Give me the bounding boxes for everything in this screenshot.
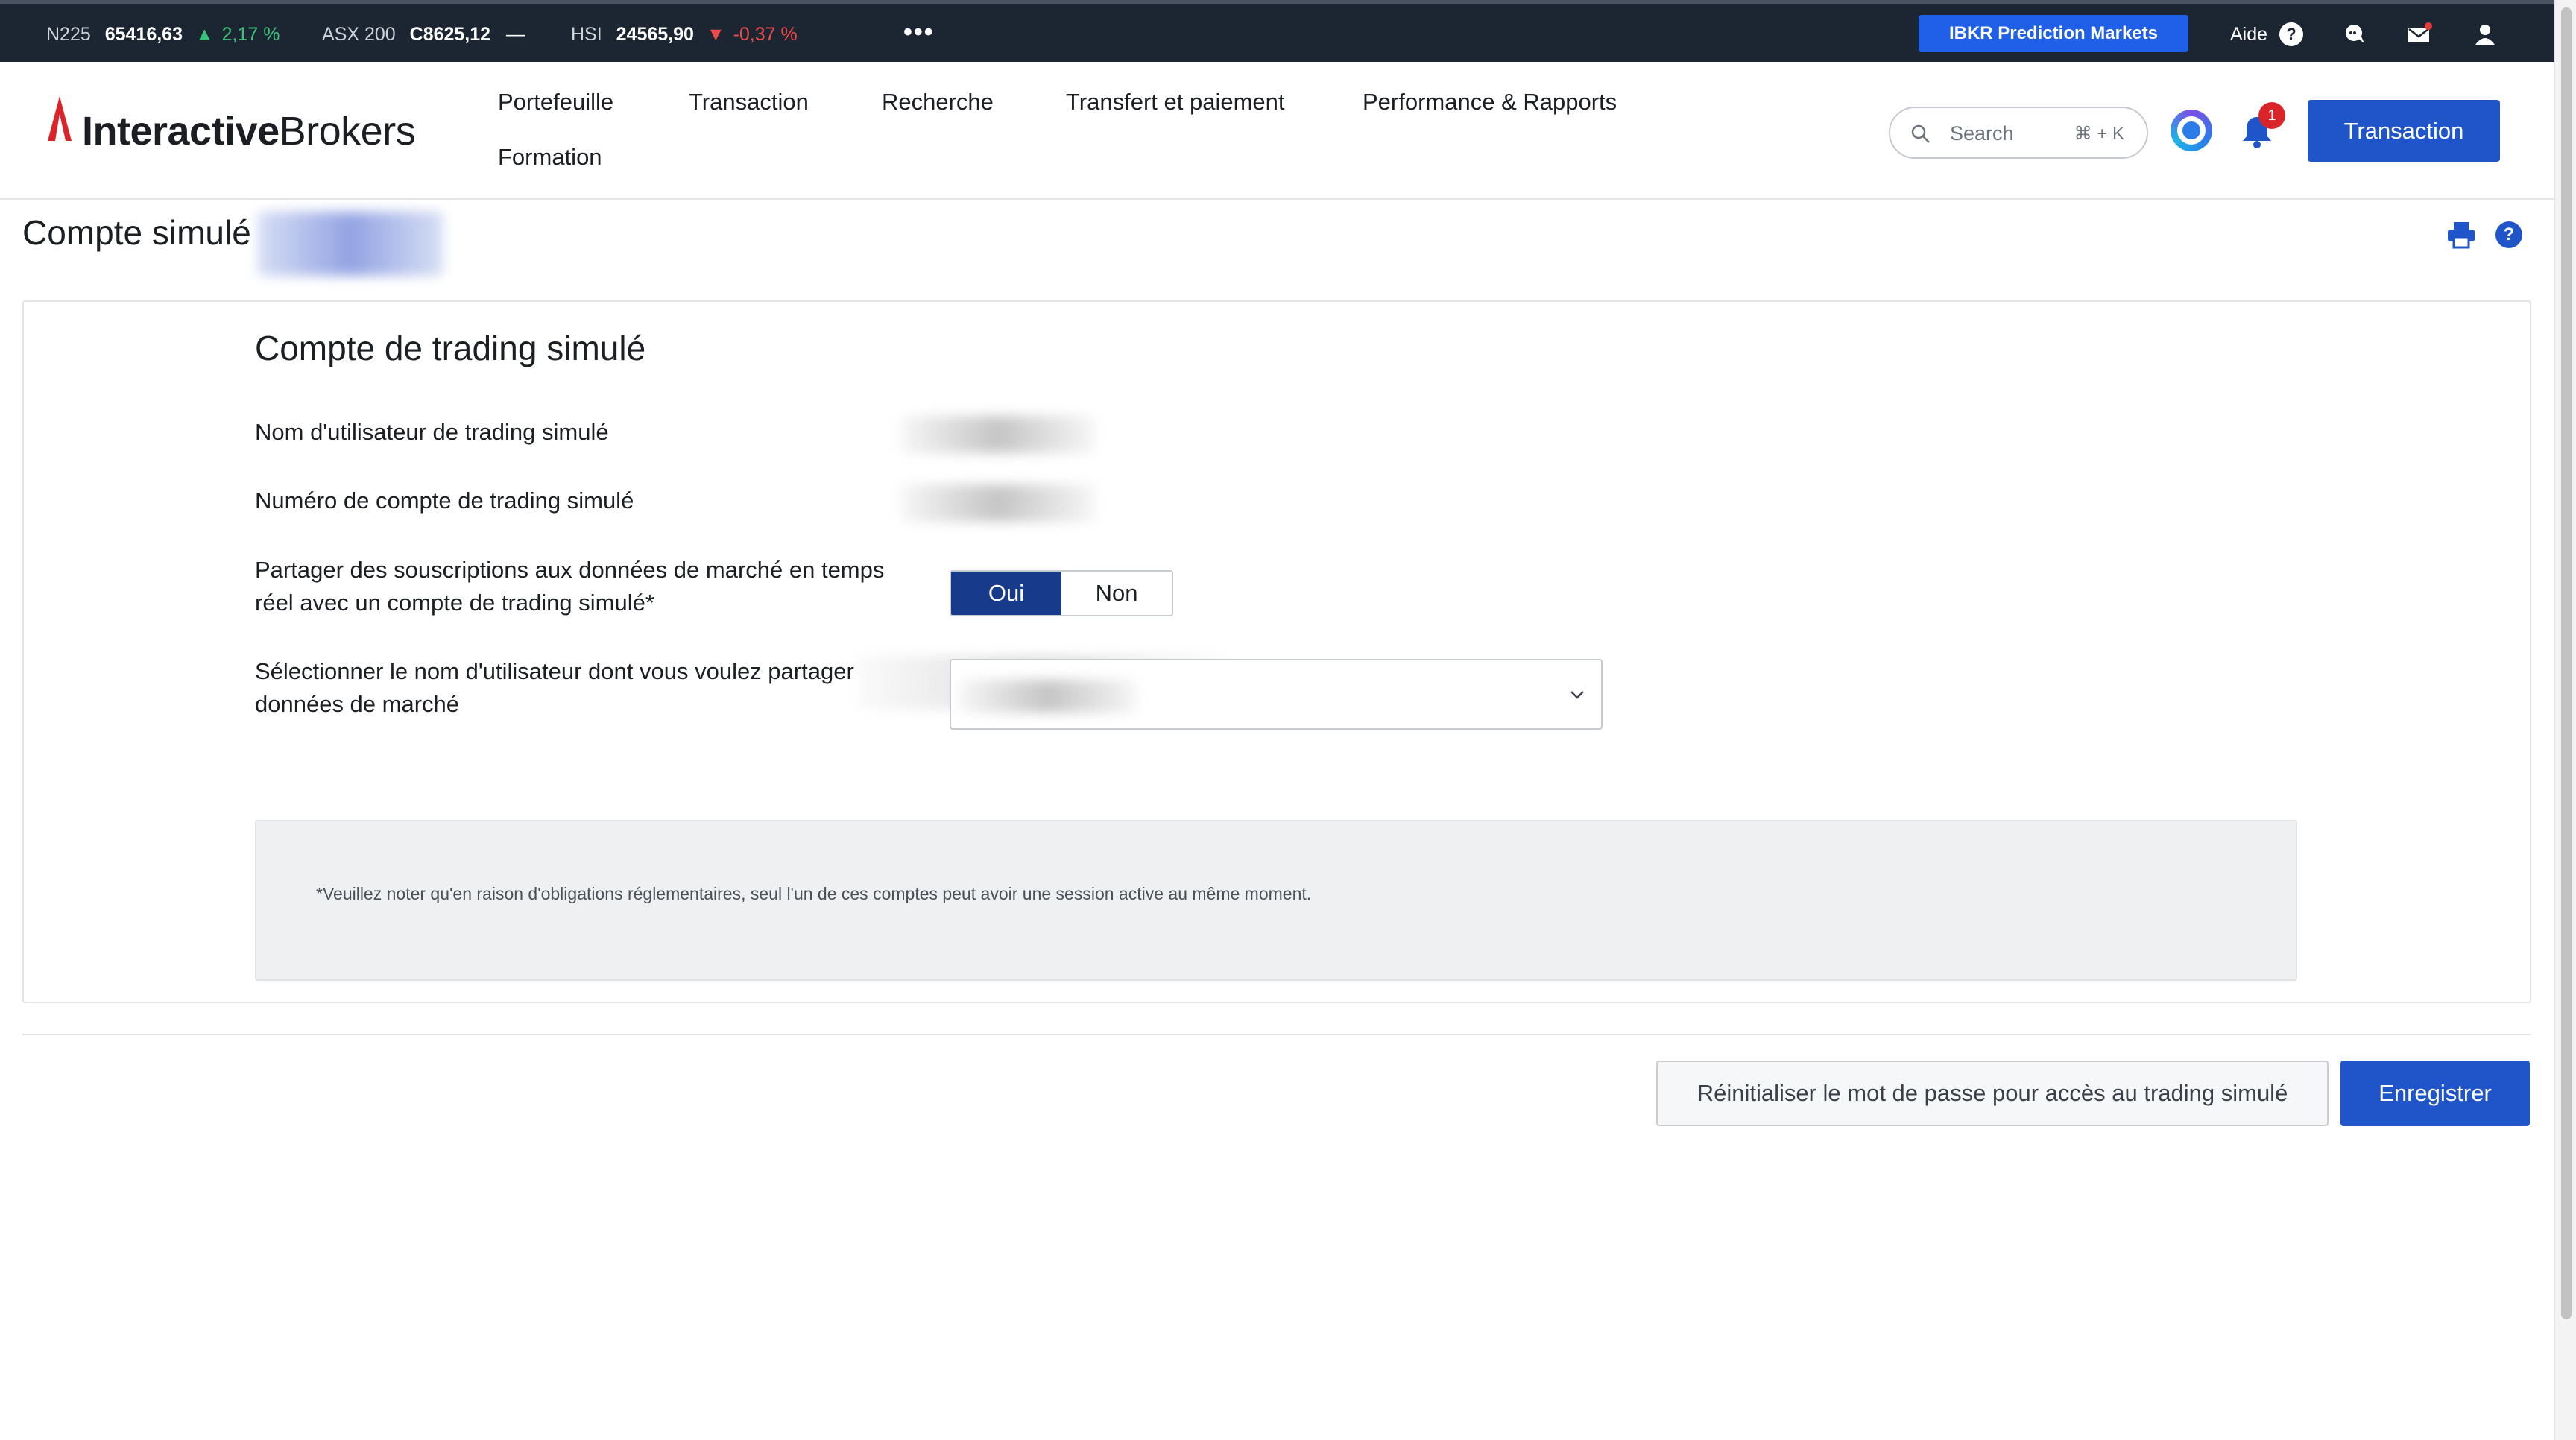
redacted-select-value [959, 680, 1137, 713]
chat-icon[interactable] [2342, 21, 2369, 48]
search-shortcut: ⌘ + K [2074, 124, 2124, 144]
redacted-username-value [900, 416, 1096, 453]
help-circle-icon[interactable]: ? [2279, 22, 2303, 46]
chevron-down-icon [1570, 691, 1584, 699]
redacted-account-number-value [900, 484, 1096, 522]
notification-badge: 1 [2258, 102, 2285, 129]
ticker-value: 24565,90 [616, 24, 694, 45]
nav-item-transaction[interactable]: Transaction [689, 89, 809, 116]
ticker-down-arrow-icon: ▼ [706, 24, 725, 45]
username-select[interactable] [950, 659, 1603, 730]
regulatory-note-box: *Veuillez noter qu'en raison d'obligatio… [255, 820, 2297, 981]
ticker-change: — [506, 24, 525, 45]
ticker-change: 2,17 % [221, 24, 280, 45]
account-number-label: Numéro de compte de trading simulé [255, 487, 634, 514]
main-navbar: InteractiveBrokers Portefeuille Transact… [0, 62, 2554, 200]
ticker-value: C8625,12 [409, 24, 491, 45]
print-icon[interactable] [2446, 221, 2476, 249]
ticker-change: -0,37 % [733, 24, 798, 45]
card-title: Compte de trading simulé [255, 329, 646, 367]
market-ticker-bar: N225 65416,63 ▲ 2,17 % ASX 200 C8625,12 … [0, 0, 2554, 62]
share-market-data-label: Partager des souscriptions aux données d… [255, 557, 885, 616]
page-title: Compte simulé [22, 213, 251, 252]
assistant-ring-center [2182, 121, 2200, 139]
user-icon[interactable] [2472, 21, 2498, 48]
ticker-symbol: N225 [46, 24, 91, 45]
transaction-button[interactable]: Transaction [2308, 100, 2500, 162]
reset-password-button[interactable]: Réinitialiser le mot de passe pour accès… [1656, 1061, 2329, 1126]
redacted-account-id [258, 212, 443, 276]
regulatory-note-text: *Veuillez noter qu'en raison d'obligatio… [316, 884, 1312, 903]
page-scrollbar[interactable] [2554, 0, 2576, 1440]
nav-item-formation[interactable]: Formation [498, 144, 602, 171]
ticker-value: 65416,63 [104, 24, 183, 45]
nav-item-portefeuille[interactable]: Portefeuille [498, 89, 613, 116]
search-icon [1911, 124, 1930, 143]
search-placeholder: Search [1950, 122, 2014, 145]
nav-item-performance[interactable]: Performance & Rapports [1363, 89, 1617, 116]
ib-logo-icon[interactable] [45, 95, 75, 154]
nav-item-recherche[interactable]: Recherche [882, 89, 994, 116]
ticker-item-asx200[interactable]: ASX 200 C8625,12 — [322, 24, 525, 45]
nav-item-transfert[interactable]: Transfert et paiement [1066, 89, 1285, 116]
ticker-item-hsi[interactable]: HSI 24565,90 ▼ -0,37 % [571, 24, 798, 45]
save-button[interactable]: Enregistrer [2340, 1061, 2530, 1126]
toggle-yes-button[interactable]: Oui [951, 572, 1061, 615]
brand-logo-text[interactable]: InteractiveBrokers [82, 108, 416, 154]
search-input[interactable]: Search ⌘ + K [1889, 107, 2148, 159]
select-username-label: Sélectionner le nom d'utilisateur dont v… [255, 658, 854, 717]
ticker-symbol: HSI [571, 24, 602, 45]
ticker-symbol: ASX 200 [322, 24, 396, 45]
help-link[interactable]: Aide [2230, 24, 2267, 45]
toggle-no-button[interactable]: Non [1061, 572, 1172, 615]
share-market-data-toggle: Oui Non [950, 570, 1173, 616]
username-label: Nom d'utilisateur de trading simulé [255, 419, 609, 445]
ticker-up-arrow-icon: ▲ [195, 24, 214, 45]
more-tickers-icon[interactable]: ••• [903, 18, 935, 47]
page-help-icon[interactable]: ? [2496, 221, 2522, 248]
prediction-markets-button[interactable]: IBKR Prediction Markets [1919, 15, 2188, 52]
section-divider [22, 1034, 2531, 1035]
scrollbar-thumb[interactable] [2561, 7, 2572, 1319]
mail-icon[interactable] [2406, 21, 2433, 48]
ticker-item-n225[interactable]: N225 65416,63 ▲ 2,17 % [46, 24, 280, 45]
